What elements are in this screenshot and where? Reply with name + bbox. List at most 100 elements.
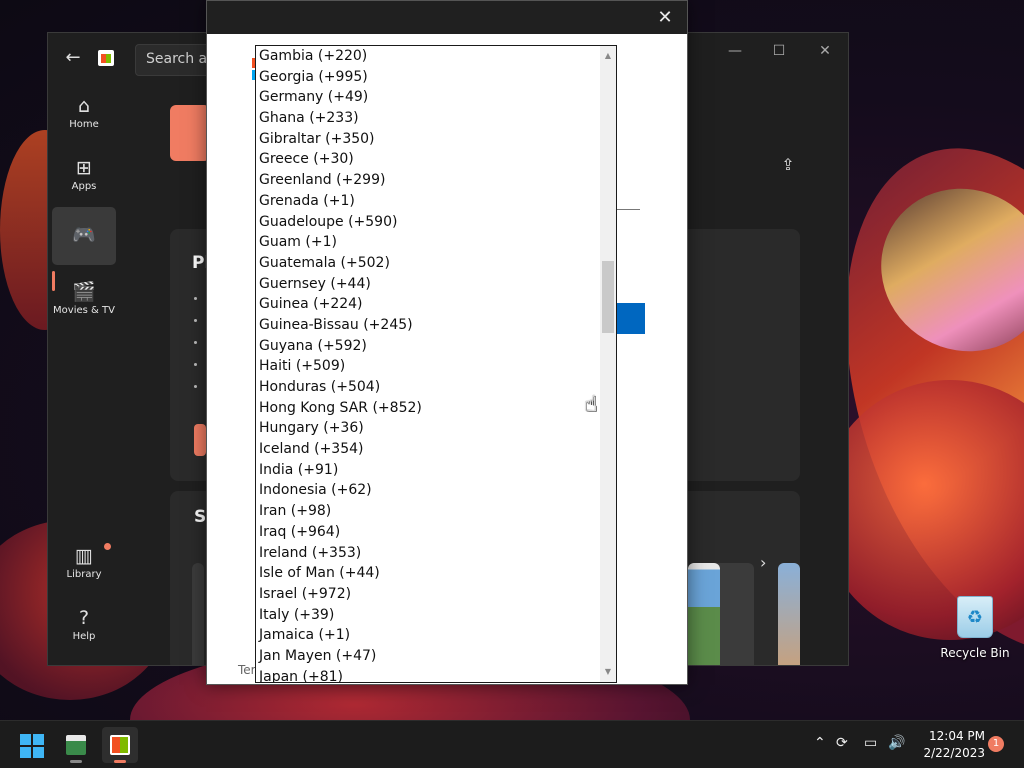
maximize-button[interactable]: ☐ [764, 41, 794, 61]
clock-date: 2/22/2023 [923, 746, 985, 760]
country-option[interactable]: Gambia (+220) [256, 46, 600, 67]
clock-time: 12:04 PM [929, 729, 985, 743]
scroll-up-arrow-icon[interactable]: ▲ [600, 48, 616, 64]
country-option[interactable]: Grenada (+1) [256, 191, 600, 212]
country-option[interactable]: Iceland (+354) [256, 439, 600, 460]
bullet [194, 319, 197, 322]
terms-link[interactable]: Ter [238, 663, 256, 677]
country-option[interactable]: Iran (+98) [256, 501, 600, 522]
hand-pointer-icon: ☝ [584, 392, 598, 417]
active-app-indicator [114, 760, 126, 763]
nav-home[interactable]: ⌂ Home [52, 91, 116, 149]
country-option[interactable]: Georgia (+995) [256, 67, 600, 88]
country-option[interactable]: Haiti (+509) [256, 356, 600, 377]
screenshot-thumb[interactable] [778, 563, 800, 665]
scroll-down-arrow-icon[interactable]: ▼ [600, 664, 616, 680]
close-window-button[interactable]: ✕ [810, 41, 840, 61]
nav-apps[interactable]: ⊞ Apps [52, 153, 116, 211]
taskbar-app-store[interactable] [102, 727, 138, 763]
country-option[interactable]: Greenland (+299) [256, 170, 600, 191]
country-options: Gambia (+220) Georgia (+995) Germany (+49)… [256, 46, 600, 682]
back-arrow-icon[interactable]: ← [62, 47, 84, 69]
running-indicator [70, 760, 82, 763]
country-option[interactable]: Ghana (+233) [256, 108, 600, 129]
nav-gaming[interactable]: 🎮 [52, 207, 116, 265]
country-option[interactable]: Indonesia (+62) [256, 480, 600, 501]
start-tile [33, 734, 44, 745]
country-option[interactable]: Italy (+39) [256, 605, 600, 626]
home-icon: ⌂ [77, 95, 91, 117]
screenshot-thumb[interactable] [192, 563, 204, 665]
volume-icon[interactable]: 🔊 [888, 735, 905, 751]
clock[interactable]: 12:04 PM 2/22/2023 [915, 728, 985, 762]
nav-library[interactable]: ▥ Library [52, 541, 116, 599]
dropdown-scrollbar[interactable]: ▲ ▼ [600, 46, 616, 682]
network-icon[interactable]: ▭ [864, 735, 877, 751]
country-option[interactable]: Jamaica (+1) [256, 625, 600, 646]
store-sidebar: ⌂ Home ⊞ Apps 🎮 🎬 Movies & TV ▥ Library … [48, 83, 122, 665]
country-option[interactable]: Hong Kong SAR (+852) [256, 398, 600, 419]
bullet [194, 385, 197, 388]
update-badge [104, 543, 111, 550]
help-icon: ? [78, 607, 90, 629]
nav-label: Help [72, 631, 96, 642]
phone-field-underline [615, 209, 640, 210]
country-option[interactable]: Israel (+972) [256, 584, 600, 605]
spreadsheet-app-icon [66, 735, 86, 755]
country-option[interactable]: Germany (+49) [256, 87, 600, 108]
bullet [194, 297, 197, 300]
country-option[interactable]: Ireland (+353) [256, 543, 600, 564]
notification-badge[interactable]: 1 [988, 736, 1004, 752]
country-option[interactable]: Guinea (+224) [256, 294, 600, 315]
sync-icon[interactable]: ⟳ [836, 735, 848, 751]
start-tile [33, 747, 44, 758]
app-hero-tile [170, 105, 210, 161]
country-option[interactable]: Japan (+81) [256, 667, 600, 682]
nav-label: Library [66, 569, 102, 580]
chevron-up-icon[interactable]: ⌃ [814, 735, 826, 751]
recycle-bin-label: Recycle Bin [940, 646, 1010, 660]
bullet [194, 363, 197, 366]
bullet [194, 341, 197, 344]
country-option[interactable]: Jan Mayen (+47) [256, 646, 600, 667]
country-option[interactable]: Guam (+1) [256, 232, 600, 253]
screenshot-thumb[interactable] [688, 563, 720, 665]
nav-label: Home [69, 119, 99, 130]
start-tile [20, 734, 31, 745]
store-logo-icon [98, 50, 114, 66]
nav-help[interactable]: ? Help [52, 603, 116, 661]
movies-icon: 🎬 [72, 281, 96, 303]
store-app-icon [110, 735, 130, 755]
close-icon[interactable]: ✕ [652, 6, 678, 30]
start-button[interactable] [20, 734, 44, 758]
taskbar-app-spreadsheet[interactable] [58, 727, 94, 763]
nav-movies-tv[interactable]: 🎬 Movies & TV [52, 277, 116, 335]
scrollbar-thumb[interactable] [602, 261, 614, 333]
country-option[interactable]: Isle of Man (+44) [256, 563, 600, 584]
nav-label: Movies & TV [53, 305, 115, 316]
country-option[interactable]: Guernsey (+44) [256, 274, 600, 295]
recycle-bin-icon [957, 596, 993, 638]
country-option[interactable]: Greece (+30) [256, 149, 600, 170]
country-option[interactable]: Guyana (+592) [256, 336, 600, 357]
country-option[interactable]: Honduras (+504) [256, 377, 600, 398]
dialog-titlebar: ✕ [207, 1, 687, 34]
country-option[interactable]: Iraq (+964) [256, 522, 600, 543]
country-option[interactable]: Guinea-Bissau (+245) [256, 315, 600, 336]
country-option[interactable]: Guadeloupe (+590) [256, 212, 600, 233]
get-button[interactable] [194, 424, 206, 456]
start-tile [20, 747, 31, 758]
nav-label: Apps [71, 181, 97, 192]
gaming-icon: 🎮 [72, 224, 96, 246]
share-icon[interactable]: ⇪ [776, 155, 800, 179]
apps-icon: ⊞ [76, 157, 92, 179]
recycle-bin-shortcut[interactable]: Recycle Bin [940, 596, 1010, 661]
country-option[interactable]: India (+91) [256, 460, 600, 481]
chevron-right-icon[interactable]: › [760, 553, 766, 572]
country-option[interactable]: Guatemala (+502) [256, 253, 600, 274]
country-option[interactable]: Gibraltar (+350) [256, 129, 600, 150]
country-option[interactable]: Hungary (+36) [256, 418, 600, 439]
taskbar: ⌃ ⟳ ▭ 🔊 12:04 PM 2/22/2023 1 [0, 720, 1024, 768]
country-code-dropdown-list[interactable]: Gambia (+220) Georgia (+995) Germany (+49)… [255, 45, 617, 683]
minimize-button[interactable]: — [720, 41, 750, 61]
